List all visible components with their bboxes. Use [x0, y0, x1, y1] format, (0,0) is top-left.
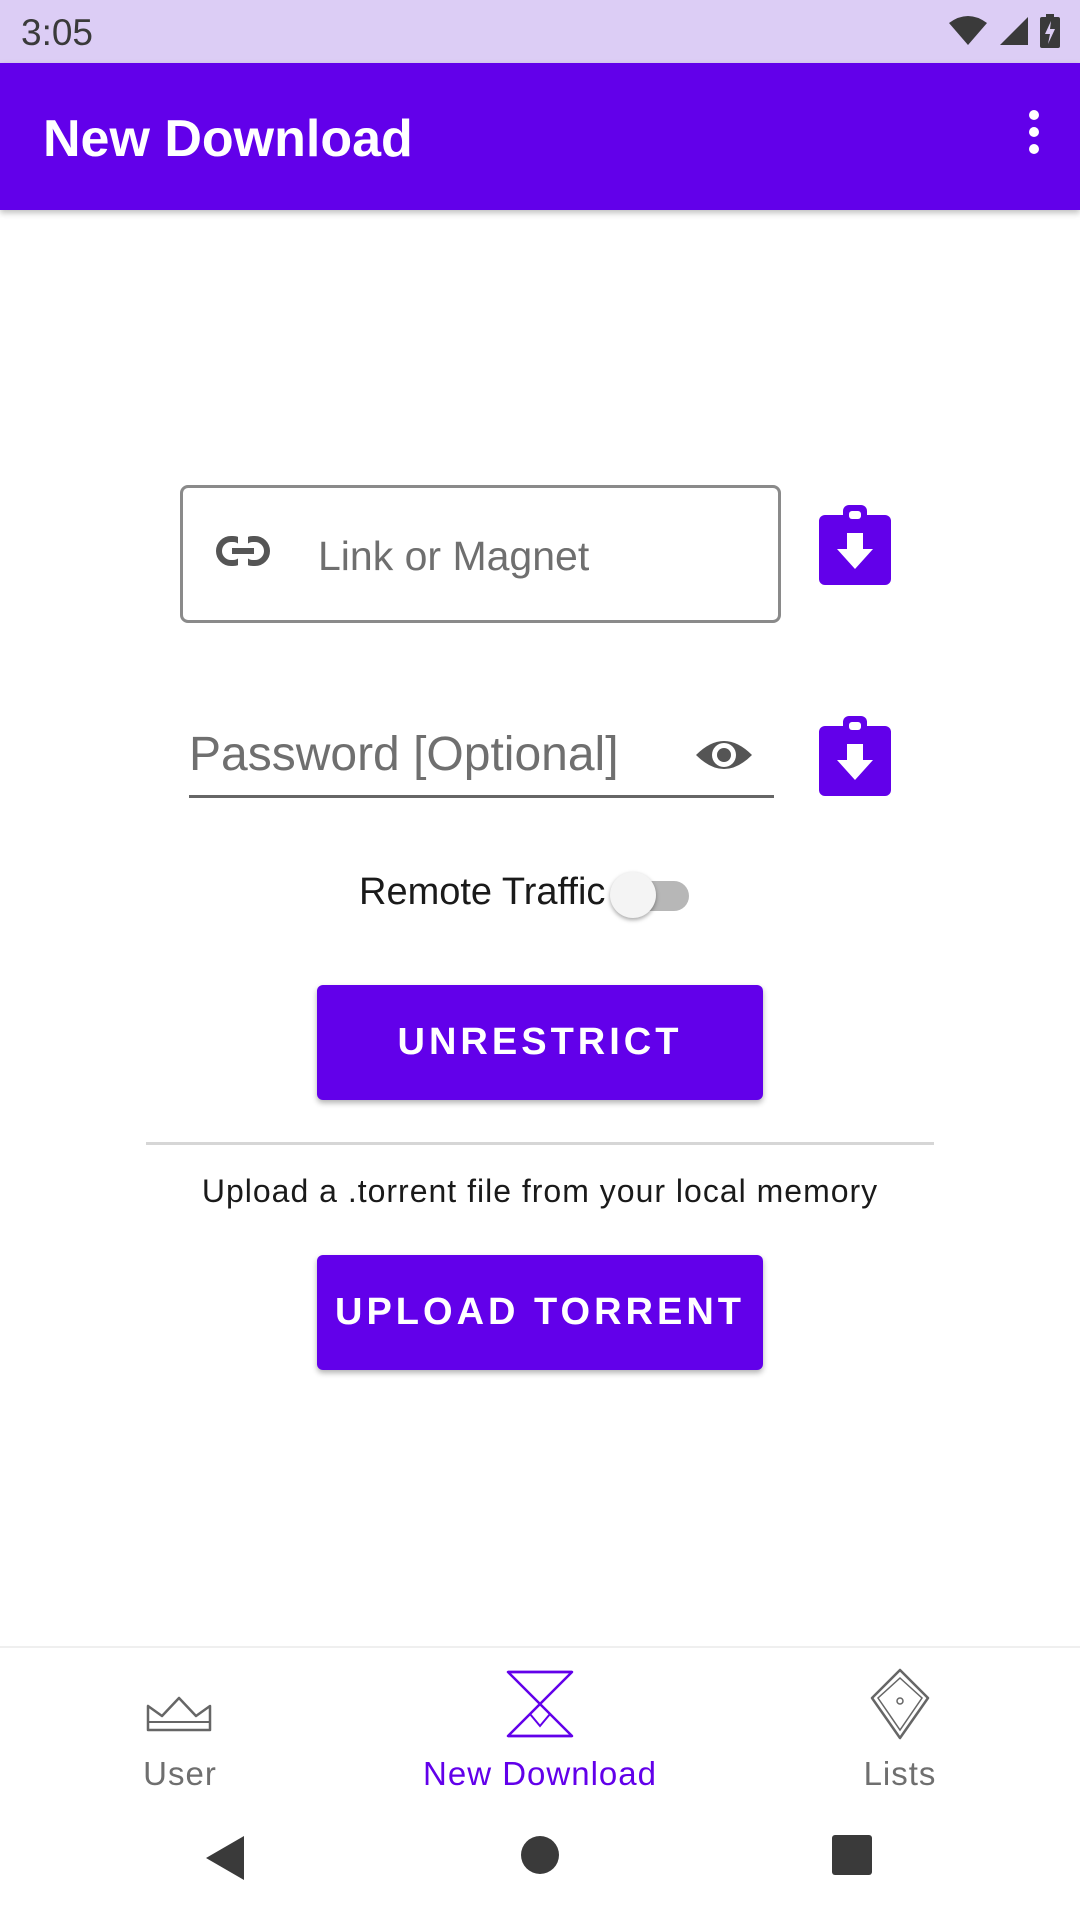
cell-signal-icon [1000, 17, 1028, 45]
nav-item-lists[interactable]: Lists [720, 1648, 1080, 1796]
upload-description: Upload a .torrent file from your local m… [201, 1173, 879, 1209]
nav-label-new-download: New Download [423, 1755, 657, 1792]
divider [146, 1142, 934, 1145]
nav-item-new-download[interactable]: New Download [360, 1648, 720, 1796]
back-icon[interactable] [200, 1834, 248, 1882]
wifi-icon [949, 16, 987, 45]
nav-item-user[interactable]: User [0, 1648, 360, 1796]
paste-link-button[interactable] [819, 505, 891, 585]
link-input[interactable]: Link or Magnet [180, 485, 781, 623]
status-bar: 3:05 [0, 0, 1080, 63]
app-bar: New Download [0, 63, 1080, 210]
eye-icon[interactable] [694, 735, 754, 775]
system-navigation-bar [0, 1796, 1080, 1920]
nav-label-lists: Lists [863, 1755, 937, 1792]
hourglass-icon [506, 1670, 574, 1738]
battery-charging-icon [1040, 14, 1060, 48]
crown-icon [146, 1696, 212, 1732]
link-icon [216, 536, 270, 566]
paste-password-button[interactable] [819, 716, 891, 796]
upload-torrent-button[interactable]: UPLOAD TORRENT [317, 1255, 763, 1370]
page-title: New Download [43, 110, 413, 168]
status-icons [948, 14, 1060, 48]
password-input-placeholder: Password [Optional] [189, 728, 619, 781]
diamond-icon [870, 1668, 930, 1740]
recents-icon[interactable] [831, 1834, 873, 1876]
bottom-navigation: User New Download Lists [0, 1646, 1080, 1798]
unrestrict-button[interactable]: UNRESTRICT [317, 985, 763, 1100]
status-time: 3:05 [21, 12, 94, 53]
password-input[interactable]: Password [Optional] [189, 715, 774, 798]
switch-thumb [610, 872, 656, 918]
remote-traffic-switch[interactable] [607, 872, 695, 918]
home-icon[interactable] [519, 1834, 561, 1876]
remote-traffic-label: Remote Traffic [359, 871, 606, 913]
more-vert-icon[interactable] [1016, 103, 1052, 167]
nav-label-user: User [143, 1755, 217, 1792]
link-input-placeholder: Link or Magnet [318, 533, 590, 579]
